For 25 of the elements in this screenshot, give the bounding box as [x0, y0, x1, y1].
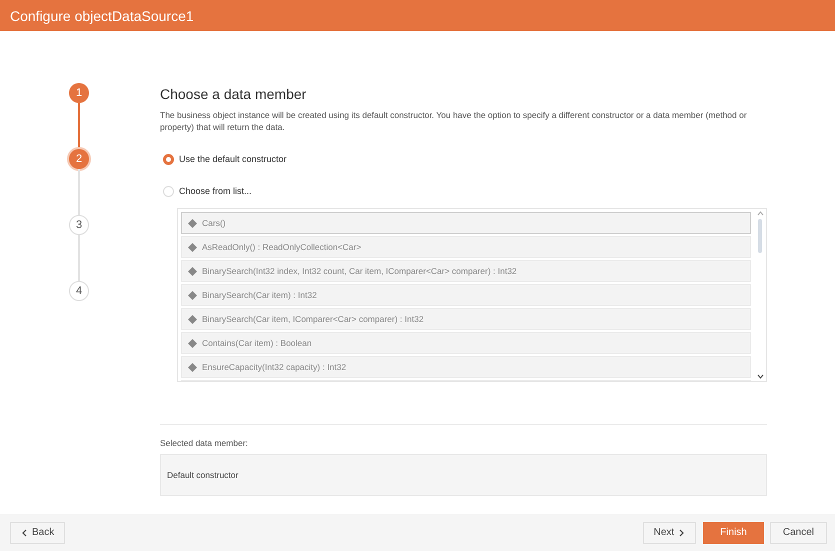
finish-button[interactable]: Finish: [703, 522, 764, 544]
step-circle[interactable]: 1: [69, 83, 89, 103]
cancel-button[interactable]: Cancel: [770, 522, 827, 544]
diamond-icon: [188, 314, 197, 324]
back-button[interactable]: Back: [10, 522, 66, 544]
selected-member-field: Default constructor: [160, 454, 767, 496]
page-description: The business object instance will be created using its default constructor. You have the option to specify a different constructor or a data member (method or property) that will return the data.: [160, 109, 748, 133]
option-label[interactable]: Choose from list...: [179, 186, 252, 196]
diamond-icon: [188, 218, 197, 228]
step-circle[interactable]: 4: [69, 281, 89, 301]
diamond-icon: [188, 362, 197, 372]
next-button[interactable]: Next: [642, 522, 696, 544]
diamond-icon: [188, 338, 197, 348]
step-circle[interactable]: 2: [69, 149, 89, 169]
window-title: Configure objectDataSource1: [0, 0, 835, 31]
option-label[interactable]: Use the default constructor: [179, 154, 287, 164]
page-title: Choose a data member: [160, 86, 308, 102]
radio-button[interactable]: [163, 154, 174, 164]
diamond-icon: [188, 242, 197, 252]
diamond-icon: [188, 266, 197, 276]
selected-member-label: Selected data member:: [160, 438, 249, 448]
diamond-icon: [188, 290, 197, 300]
step-circle[interactable]: 3: [69, 215, 89, 235]
chevron-right-icon: [679, 528, 686, 536]
chevron-left-icon: [21, 528, 27, 536]
